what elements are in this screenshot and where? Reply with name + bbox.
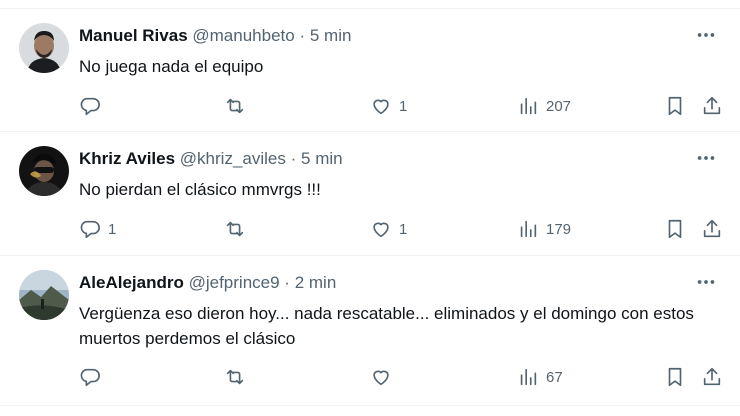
share-button[interactable] [701,362,723,392]
user-handle[interactable]: @khriz_aviles [180,149,286,168]
bookmark-button[interactable] [664,214,686,244]
retweet-icon [226,221,244,237]
retweet-icon [226,369,244,385]
tweet-text: No juega nada el equipo [79,57,264,76]
bookmark-button[interactable] [664,362,686,392]
reply-button[interactable] [79,91,108,121]
reply-button[interactable] [79,362,108,392]
retweet-button[interactable] [224,91,253,121]
retweet-button[interactable] [224,214,253,244]
avatar[interactable] [19,146,69,196]
heart-icon [373,99,389,115]
more-dots-icon [697,33,715,37]
reply-button[interactable]: 1 [79,214,116,244]
tweet-item[interactable]: Manuel Rivas @manuhbeto · 5 min No juega… [0,9,740,132]
tweet-header: Khriz Aviles @khriz_aviles · 5 min [79,148,343,170]
separator-dot: · [299,26,306,45]
share-upload-icon [703,96,721,115]
retweet-icon [226,98,244,114]
tweet-feed: Manuel Rivas @manuhbeto · 5 min No juega… [0,0,740,416]
share-upload-icon [703,367,721,386]
like-count: 1 [399,97,408,115]
heart-icon [373,370,389,386]
tweet-actions: 1 207 [0,91,740,121]
share-button[interactable] [701,91,723,121]
more-dots-icon [697,156,715,160]
user-handle[interactable]: @jefprince9 [189,273,280,292]
view-count: 207 [546,97,572,115]
heart-icon [373,222,389,238]
like-button[interactable]: 1 [370,91,407,121]
more-dots-icon [697,280,715,284]
timestamp[interactable]: 5 min [310,26,352,45]
separator-dot: · [284,273,290,292]
bookmark-icon [668,96,682,116]
reply-bubble-icon [80,220,100,239]
timestamp[interactable]: 2 min [295,273,337,292]
like-count: 1 [399,220,408,238]
more-button[interactable] [692,23,720,47]
bookmark-icon [668,219,682,239]
views-bar-chart-icon [520,368,537,386]
user-name[interactable]: AleAlejandro [79,273,184,292]
views-button[interactable]: 179 [517,214,571,244]
avatar[interactable] [19,270,69,320]
tweet-item[interactable]: AleAlejandro @jefprince9 · 2 min Vergüen… [0,256,740,406]
view-count: 179 [546,220,572,238]
views-bar-chart-icon [520,220,537,238]
timestamp[interactable]: 5 min [301,149,343,168]
views-bar-chart-icon [520,97,537,115]
tweet-header: AleAlejandro @jefprince9 · 2 min [79,272,336,294]
tweet-actions: 1 1 179 [0,214,740,244]
reply-bubble-icon [80,368,100,387]
bookmark-icon [668,367,682,387]
views-button[interactable]: 67 [517,362,563,392]
retweet-button[interactable] [224,362,253,392]
separator-dot: · [290,149,297,168]
more-button[interactable] [692,146,720,170]
reply-count: 1 [108,220,117,238]
like-button[interactable]: 1 [370,214,407,244]
tweet-item[interactable]: Khriz Aviles @khriz_aviles · 5 min No pi… [0,132,740,256]
divider [0,0,740,9]
tweet-text: No pierdan el clásico mmvrgs !!! [79,180,321,199]
user-name[interactable]: Manuel Rivas [79,26,188,45]
share-upload-icon [703,219,721,238]
share-button[interactable] [701,214,723,244]
user-handle[interactable]: @manuhbeto [192,26,294,45]
tweet-text: Vergüenza eso dieron hoy... nada rescata… [79,304,694,348]
reply-bubble-icon [80,97,100,116]
tweet-actions: 67 [0,362,740,392]
views-button[interactable]: 207 [517,91,571,121]
bookmark-button[interactable] [664,91,686,121]
avatar[interactable] [19,23,69,73]
more-button[interactable] [692,270,720,294]
user-name[interactable]: Khriz Aviles [79,149,175,168]
tweet-header: Manuel Rivas @manuhbeto · 5 min [79,25,351,47]
like-button[interactable] [370,362,399,392]
view-count: 67 [546,368,563,386]
